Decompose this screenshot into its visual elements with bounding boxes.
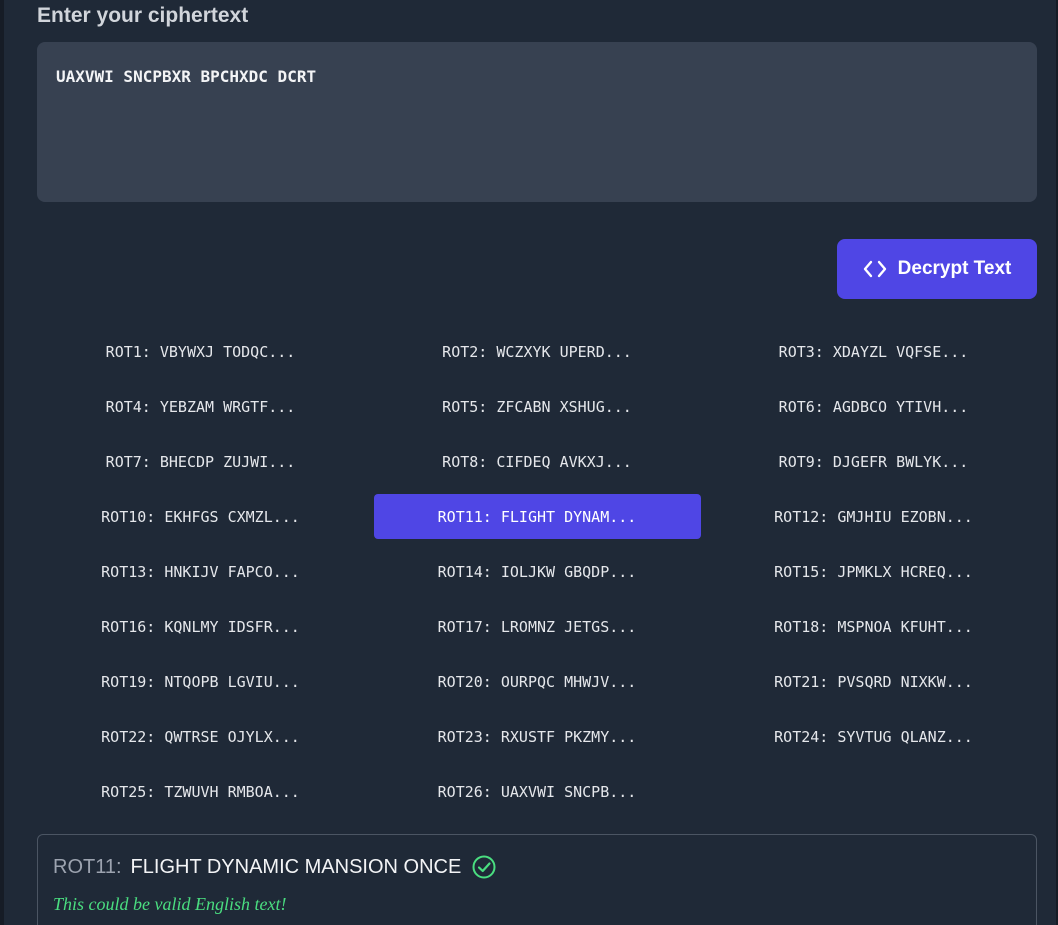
result-plaintext: FLIGHT DYNAMIC MANSION ONCE: [130, 855, 462, 878]
rotation-option[interactable]: ROT7: BHECDP ZUJWI...: [37, 439, 364, 484]
rotation-option[interactable]: ROT16: KQNLMY IDSFR...: [37, 604, 364, 649]
rotation-option[interactable]: ROT2: WCZXYK UPERD...: [374, 329, 701, 374]
rotation-option[interactable]: ROT4: YEBZAM WRGTF...: [37, 384, 364, 429]
rotation-option[interactable]: ROT23: RXUSTF PKZMY...: [374, 714, 701, 759]
rotation-option[interactable]: ROT10: EKHFGS CXMZL...: [37, 494, 364, 539]
rotation-option[interactable]: ROT24: SYVTUG QLANZ...: [710, 714, 1037, 759]
decrypt-button-label: Decrypt Text: [897, 258, 1012, 279]
rotation-option[interactable]: ROT18: MSPNOA KFUHT...: [710, 604, 1037, 649]
check-circle-icon: [471, 854, 497, 880]
ciphertext-label: Enter your ciphertext: [37, 4, 249, 27]
rotation-option[interactable]: ROT19: NTQOPB LGVIU...: [37, 659, 364, 704]
rotation-option[interactable]: ROT26: UAXVWI SNCPB...: [374, 769, 701, 814]
rotation-options-grid: ROT1: VBYWXJ TODQC... ROT2: WCZXYK UPERD.…: [37, 329, 1037, 814]
rotation-option[interactable]: ROT3: XDAYZL VQFSE...: [710, 329, 1037, 374]
rotation-option[interactable]: ROT11: FLIGHT DYNAM...: [373, 494, 701, 539]
decrypt-button[interactable]: Decrypt Text: [837, 239, 1037, 299]
result-card: ROT11: FLIGHT DYNAMIC MANSION ONCE This …: [37, 834, 1037, 925]
rotation-option[interactable]: ROT15: JPMKLX HCREQ...: [710, 549, 1037, 594]
result-validity-note: This could be valid English text!: [53, 894, 287, 914]
rotation-option[interactable]: ROT25: TZWUVH RMBOA...: [37, 769, 364, 814]
rotation-option[interactable]: ROT20: OURPQC MHWJV...: [374, 659, 701, 704]
rotation-option[interactable]: ROT13: HNKIJV FAPCO...: [37, 549, 364, 594]
code-brackets-icon: [863, 259, 887, 279]
rotation-option[interactable]: ROT5: ZFCABN XSHUG...: [374, 384, 701, 429]
page: Enter your ciphertext UAXVWI SNCPBXR BPC…: [0, 0, 1058, 925]
rotation-option[interactable]: ROT8: CIFDEQ AVKXJ...: [374, 439, 701, 484]
rotation-option[interactable]: ROT21: PVSQRD NIXKW...: [710, 659, 1037, 704]
rotation-option[interactable]: ROT14: IOLJKW GBQDP...: [374, 549, 701, 594]
rotation-option[interactable]: ROT6: AGDBCO YTIVH...: [710, 384, 1037, 429]
result-header: ROT11: FLIGHT DYNAMIC MANSION ONCE: [53, 853, 497, 881]
rotation-option[interactable]: ROT12: GMJHIU EZOBN...: [710, 494, 1037, 539]
rotation-option[interactable]: ROT22: QWTRSE OJYLX...: [37, 714, 364, 759]
result-rotation-label: ROT11:: [53, 855, 122, 878]
ciphertext-input[interactable]: UAXVWI SNCPBXR BPCHXDC DCRT: [37, 42, 1037, 202]
rotation-option[interactable]: ROT9: DJGEFR BWLYK...: [710, 439, 1037, 484]
rotation-option[interactable]: ROT1: VBYWXJ TODQC...: [37, 329, 364, 374]
rotation-option[interactable]: ROT17: LROMNZ JETGS...: [374, 604, 701, 649]
